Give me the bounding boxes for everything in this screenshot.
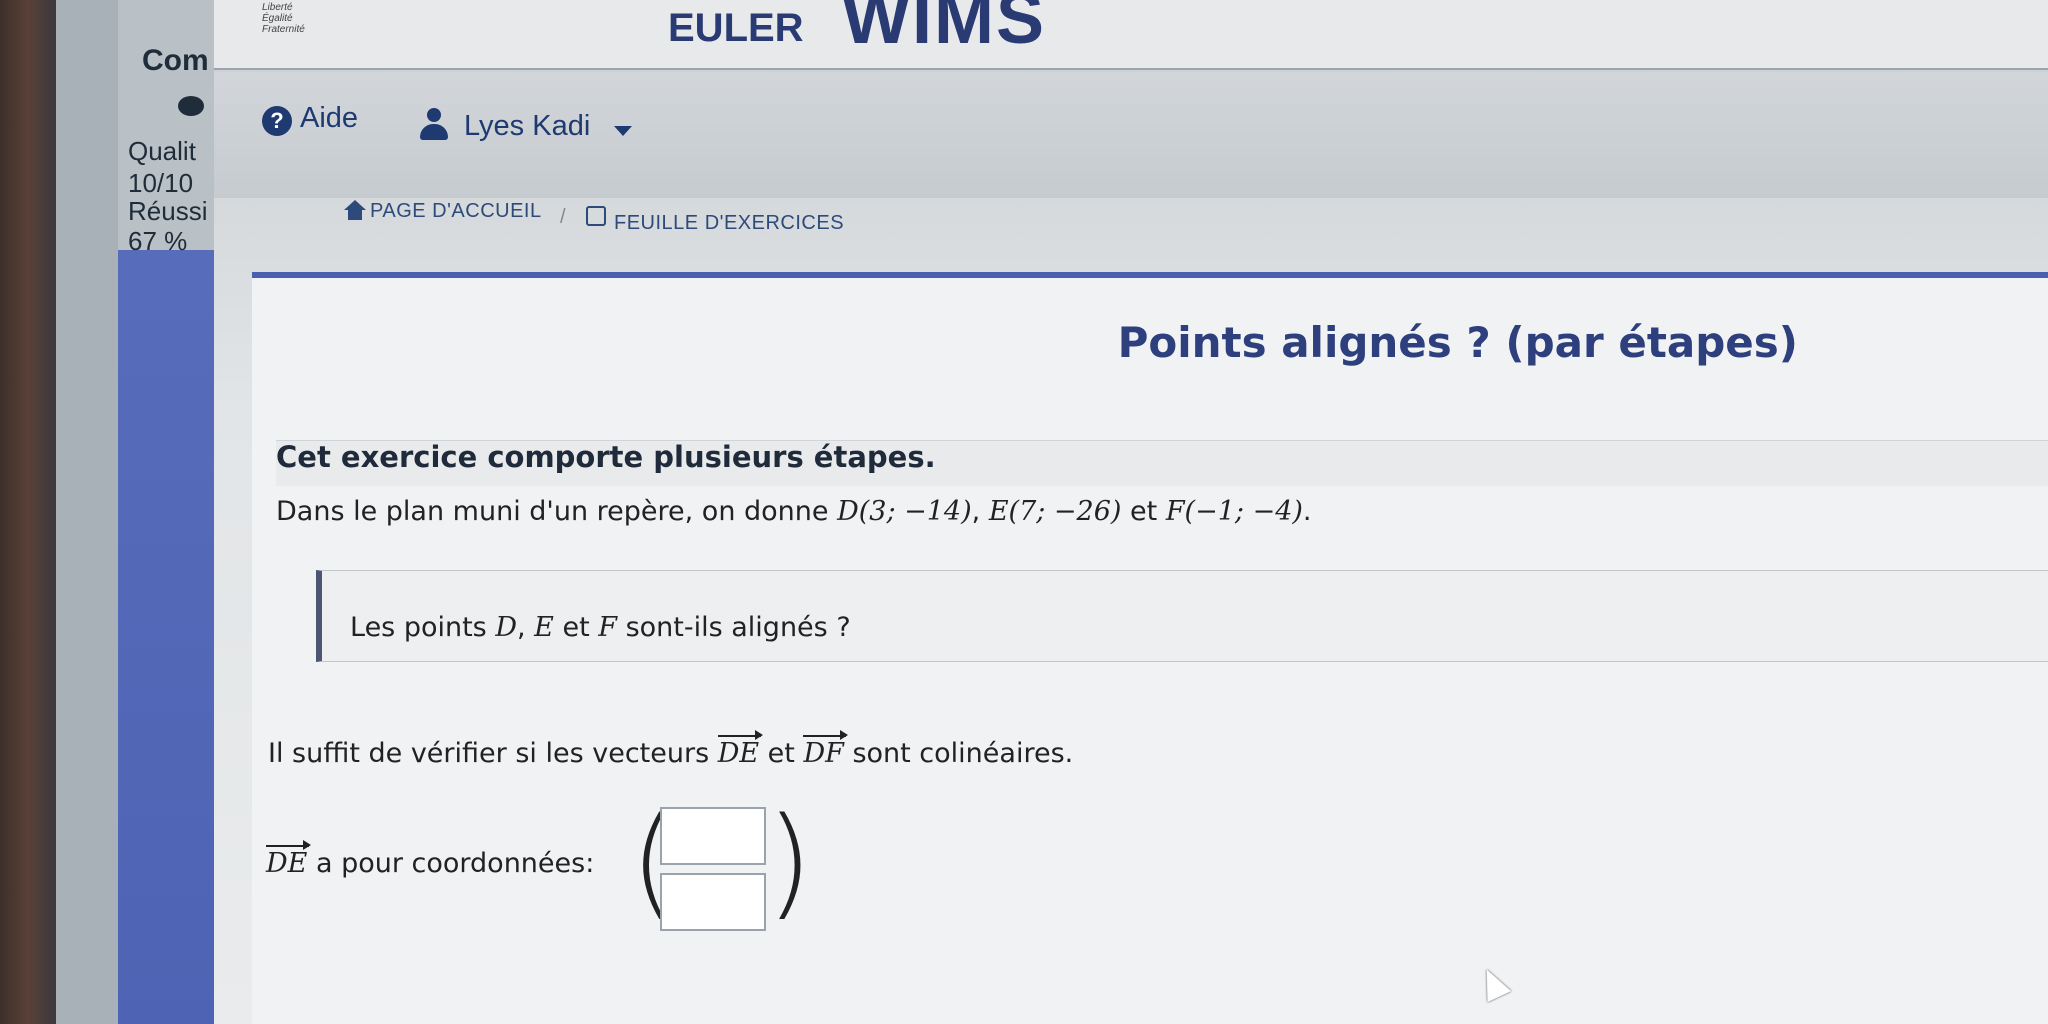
- motto-egalite: Égalité: [262, 13, 293, 24]
- coord-label: a pour coordonnées:: [307, 848, 595, 879]
- point-e: E(7; −26): [988, 496, 1122, 527]
- help-link[interactable]: Aide: [300, 102, 358, 135]
- sidebar-truncated-title: Com: [142, 44, 209, 77]
- screen: Liberté Égalité Fraternité EULER WIMS Co…: [0, 0, 2048, 1024]
- question-suffix: sont-ils alignés ?: [617, 612, 851, 643]
- coord-prompt: DE a pour coordonnées:: [266, 840, 595, 879]
- point-f: F(−1; −4): [1165, 496, 1303, 527]
- quality-label: Qualit: [128, 136, 196, 166]
- question-prefix: Les points: [350, 612, 496, 643]
- coord-vector-de: DE: [266, 840, 312, 879]
- hint: Il suffit de vérifier si les vecteurs DE…: [268, 730, 1074, 769]
- statement-conj: et: [1121, 496, 1166, 527]
- question-point-d: D: [495, 612, 517, 643]
- breadcrumb-separator: /: [560, 206, 567, 228]
- euler-logo[interactable]: EULER: [668, 6, 804, 51]
- republic-motto: Liberté Égalité Fraternité: [262, 2, 305, 35]
- coord-y-input[interactable]: [660, 873, 766, 931]
- motto-liberte: Liberté: [262, 2, 293, 13]
- success-label: Réussi: [128, 196, 208, 226]
- vector-df: DF: [803, 730, 849, 769]
- help-icon[interactable]: ?: [262, 106, 292, 136]
- chevron-down-icon[interactable]: [614, 126, 632, 136]
- vector-de: DE: [717, 730, 764, 769]
- statement-prefix: Dans le plan muni d'un repère, on donne: [276, 496, 838, 527]
- user-menu[interactable]: Lyes Kadi: [464, 110, 590, 143]
- question: Les points D, E et F sont-ils alignés ?: [350, 612, 851, 643]
- wims-logo[interactable]: WIMS: [842, 0, 1046, 60]
- success-value: 67 %: [128, 226, 188, 256]
- question-point-f: F: [598, 612, 617, 643]
- statement: Dans le plan muni d'un repère, on donne …: [276, 496, 1312, 527]
- vector-coordinates: ( ): [630, 797, 813, 935]
- site-header: [214, 0, 2048, 70]
- breadcrumb-sheet[interactable]: FEUILLE D'EXERCICES: [614, 212, 844, 235]
- edit-icon[interactable]: [586, 206, 606, 226]
- hint-suffix: sont colinéaires.: [843, 738, 1074, 769]
- exercise-title: Points alignés ? (par étapes): [1117, 318, 1798, 367]
- right-paren: ): [766, 793, 813, 932]
- breadcrumb-home[interactable]: PAGE D'ACCUEIL: [370, 200, 542, 223]
- point-d: D(3; −14): [837, 496, 972, 527]
- home-icon[interactable]: [344, 200, 366, 220]
- user-icon: [420, 108, 448, 140]
- hint-prefix: Il suffit de vérifier si les vecteurs: [268, 738, 718, 769]
- motto-fraternite: Fraternité: [262, 24, 305, 35]
- quality-value: 10/10: [128, 168, 194, 198]
- coord-x-input[interactable]: [660, 807, 766, 865]
- intro-text: Cet exercice comporte plusieurs étapes.: [276, 440, 936, 474]
- chat-icon[interactable]: [178, 96, 204, 116]
- question-point-e: E: [534, 612, 554, 643]
